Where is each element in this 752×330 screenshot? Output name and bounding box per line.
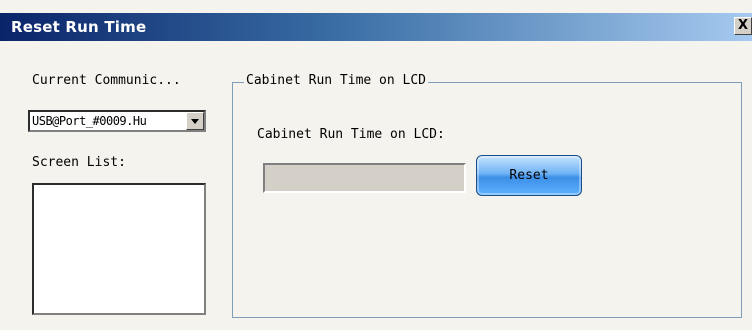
window-title: Reset Run Time: [11, 18, 147, 36]
communication-label: Current Communic...: [32, 73, 181, 88]
title-bar[interactable]: Reset Run Time X: [0, 13, 752, 41]
close-button[interactable]: X: [734, 17, 752, 35]
communication-value: USB@Port_#0009.Hu: [32, 114, 147, 128]
groupbox-legend: Cabinet Run Time on LCD: [244, 73, 429, 88]
run-time-groupbox: [232, 82, 742, 318]
reset-run-time-dialog: Reset Run Time X Current Communic... USB…: [0, 0, 752, 330]
reset-button[interactable]: Reset: [476, 155, 582, 196]
run-time-field: [263, 163, 466, 193]
chevron-down-icon[interactable]: [186, 112, 204, 130]
close-icon: X: [737, 18, 749, 33]
screen-list[interactable]: [32, 183, 206, 315]
screen-list-label: Screen List:: [32, 155, 126, 170]
run-time-field-label: Cabinet Run Time on LCD:: [257, 127, 445, 142]
communication-select[interactable]: USB@Port_#0009.Hu: [28, 110, 206, 132]
